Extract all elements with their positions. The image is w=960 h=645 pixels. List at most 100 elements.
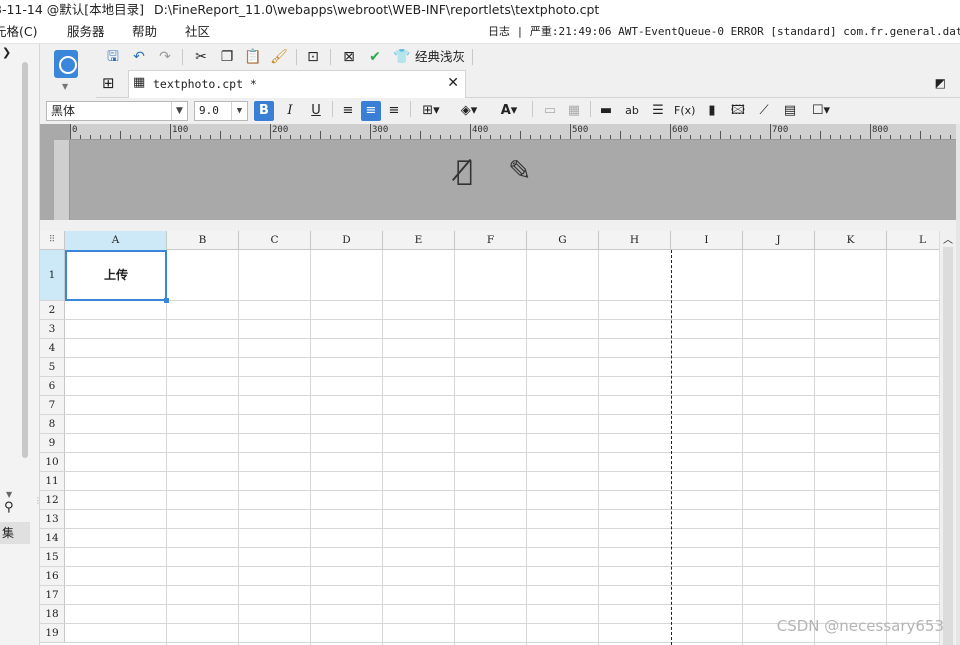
column-header-g[interactable]: G — [527, 231, 599, 250]
template-preview-button[interactable]: ▼ — [50, 46, 84, 96]
panel-minimize-icon[interactable]: ◩ — [935, 76, 946, 90]
spreadsheet-grid[interactable]: ⠿ A B C D E F G H I J K L 1 2 3 4 5 6 7 8 9 10 11 1… — [40, 231, 939, 645]
shirt-icon[interactable]: 👕 — [392, 46, 412, 68]
row-header-14[interactable]: 14 — [40, 529, 65, 548]
row-header-15[interactable]: 15 — [40, 548, 65, 567]
row-header-19[interactable]: 19 — [40, 624, 65, 643]
underline-button[interactable]: U — [306, 101, 326, 121]
preview-search-icon[interactable]: ⊠ — [338, 46, 360, 68]
column-header-h[interactable]: H — [599, 231, 671, 250]
row-header-9[interactable]: 9 — [40, 434, 65, 453]
fill-handle[interactable] — [164, 298, 169, 303]
insert-rich-text-icon[interactable]: ab — [622, 101, 642, 121]
ruler-tick — [350, 135, 351, 139]
column-header-k[interactable]: K — [815, 231, 887, 250]
column-header-f[interactable]: F — [455, 231, 527, 250]
row-header-4[interactable]: 4 — [40, 339, 65, 358]
column-header-c[interactable]: C — [239, 231, 311, 250]
row-header-18[interactable]: 18 — [40, 605, 65, 624]
format-painter-icon[interactable]: 🖌 — [268, 46, 290, 68]
redo-icon[interactable]: ↷ — [154, 46, 176, 68]
row-header-2[interactable]: 2 — [40, 301, 65, 320]
toolbar-divider — [332, 101, 333, 117]
chevron-down-icon[interactable]: ▼ — [171, 102, 187, 120]
row-header-3[interactable]: 3 — [40, 320, 65, 339]
column-header-i[interactable]: I — [671, 231, 743, 250]
ruler-tick — [770, 124, 771, 139]
font-family-select[interactable]: 黑体 ▼ — [46, 101, 188, 121]
row-header-16[interactable]: 16 — [40, 567, 65, 586]
close-icon[interactable]: ✕ — [447, 75, 459, 91]
row-header-5[interactable]: 5 — [40, 358, 65, 377]
row-header-10[interactable]: 10 — [40, 453, 65, 472]
cut-icon[interactable]: ✂ — [190, 46, 212, 68]
ruler-tick — [830, 135, 831, 139]
border-icon[interactable]: ⊞▾ — [416, 101, 446, 121]
chevron-down-icon[interactable]: ▼ — [231, 102, 247, 120]
save-icon[interactable]: 🖫 — [102, 46, 124, 68]
scrollbar-thumb[interactable] — [943, 247, 953, 645]
menu-help[interactable]: 帮助 — [132, 20, 157, 43]
row-header-17[interactable]: 17 — [40, 586, 65, 605]
left-panel-dataset-item[interactable]: 集 — [0, 522, 30, 544]
insert-image-icon[interactable]: 🖾 — [728, 101, 748, 121]
search-icon[interactable]: ⚲ — [4, 500, 14, 515]
tab-textphoto[interactable]: ▦ textphoto.cpt * ✕ — [128, 70, 466, 98]
grid-vertical-scrollbar[interactable]: ︿ — [939, 231, 956, 645]
italic-button[interactable]: I — [280, 101, 300, 121]
row-header-1[interactable]: 1 — [40, 250, 65, 301]
align-right-icon[interactable]: ≡ — [384, 101, 404, 121]
pencil-icon[interactable]: ✎ — [508, 154, 531, 187]
unmerge-cells-icon[interactable]: ▦ — [564, 101, 584, 121]
log-message[interactable]: 日志 | 严重:21:49:06 AWT-EventQueue-0 ERROR … — [488, 20, 960, 43]
menu-server[interactable]: 服务器 — [67, 20, 105, 43]
grid-icon[interactable]: ⊞ — [102, 74, 115, 92]
ruler-tick — [440, 135, 441, 139]
row-header-7[interactable]: 7 — [40, 396, 65, 415]
ruler-label: 100 — [172, 125, 189, 135]
paste-icon[interactable]: 📋 — [242, 46, 264, 68]
chevron-up-icon[interactable]: ︿ — [943, 231, 953, 246]
column-header-d[interactable]: D — [311, 231, 383, 250]
insert-multiline-icon[interactable]: ☰ — [648, 101, 668, 121]
column-header-e[interactable]: E — [383, 231, 455, 250]
classic-theme-button[interactable]: 经典浅灰 — [414, 46, 466, 68]
bold-button[interactable]: B — [254, 101, 274, 121]
row-header-12[interactable]: 12 — [40, 491, 65, 510]
ruler-tick — [880, 135, 881, 139]
align-center-icon[interactable]: ≡ — [361, 101, 381, 121]
row-header-6[interactable]: 6 — [40, 377, 65, 396]
menu-community[interactable]: 社区 — [185, 20, 210, 43]
row-header-13[interactable]: 13 — [40, 510, 65, 529]
column-header-b[interactable]: B — [167, 231, 239, 250]
fill-color-icon[interactable]: ◈▾ — [452, 101, 486, 121]
font-color-icon[interactable]: A▾ — [492, 101, 526, 121]
merge-cells-icon[interactable]: ▭ — [540, 101, 560, 121]
select-all-corner[interactable]: ⠿ — [40, 231, 65, 250]
column-header-j[interactable]: J — [743, 231, 815, 250]
row-header-11[interactable]: 11 — [40, 472, 65, 491]
dataset-icon[interactable]: ⊡ — [302, 46, 324, 68]
chevron-down-icon[interactable]: ▼ — [62, 82, 68, 91]
menu-cell[interactable]: 元格(C) — [0, 20, 37, 43]
insert-chart-icon[interactable]: ▮ — [702, 101, 722, 121]
align-left-icon[interactable]: ≡ — [338, 101, 358, 121]
insert-float-icon[interactable]: ☐▾ — [806, 101, 836, 121]
font-size-select[interactable]: 9.0 ▼ — [194, 101, 248, 121]
triangle-down-icon[interactable]: ▼ — [6, 490, 12, 499]
column-header-l[interactable]: L — [887, 231, 939, 250]
insert-formula-icon[interactable]: F(x) — [674, 101, 695, 121]
insert-subreport-icon[interactable]: ▤ — [780, 101, 800, 121]
eye-off-icon[interactable]: 👁̸ — [456, 154, 473, 187]
ruler-tick — [810, 135, 811, 139]
insert-text-icon[interactable]: ▬ — [596, 101, 616, 121]
check-circle-icon[interactable]: ✔ — [364, 46, 386, 68]
insert-slash-icon[interactable]: ⟋ — [754, 101, 774, 121]
copy-icon[interactable]: ❐ — [216, 46, 238, 68]
column-header-a[interactable]: A — [65, 231, 167, 250]
cell-a1[interactable]: 上传 — [65, 250, 169, 303]
left-panel-scrollbar[interactable] — [22, 62, 28, 458]
row-header-8[interactable]: 8 — [40, 415, 65, 434]
undo-icon[interactable]: ↶ — [128, 46, 150, 68]
chevron-right-icon[interactable]: ❯ — [2, 46, 11, 59]
